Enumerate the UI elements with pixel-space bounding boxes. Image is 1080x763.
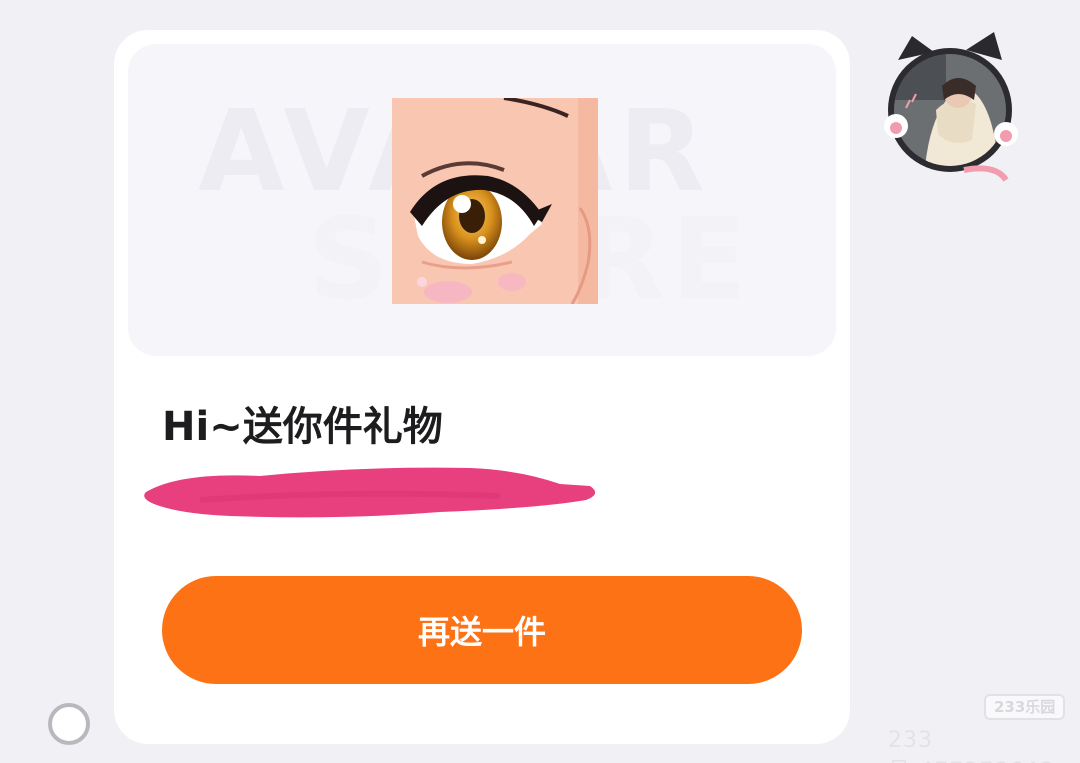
gift-message-title: Hi~送你件礼物	[162, 404, 443, 450]
gift-banner: AVATAR STORE	[128, 44, 836, 356]
send-again-button[interactable]: 再送一件	[162, 576, 802, 684]
watermark-id: 233号:477278648	[888, 728, 1053, 763]
avatar[interactable]	[876, 30, 1026, 186]
gift-item-image[interactable]	[392, 98, 598, 304]
chat-screen: AVATAR STORE	[0, 0, 1080, 763]
cat-ear-avatar-icon	[884, 32, 1018, 182]
redaction-scribble	[144, 467, 596, 518]
anime-eye-illustration	[392, 98, 598, 304]
message-select-radio[interactable]	[48, 703, 90, 745]
watermark-logo: 233乐园	[984, 694, 1066, 720]
gift-message-card[interactable]: AVATAR STORE	[114, 30, 850, 744]
